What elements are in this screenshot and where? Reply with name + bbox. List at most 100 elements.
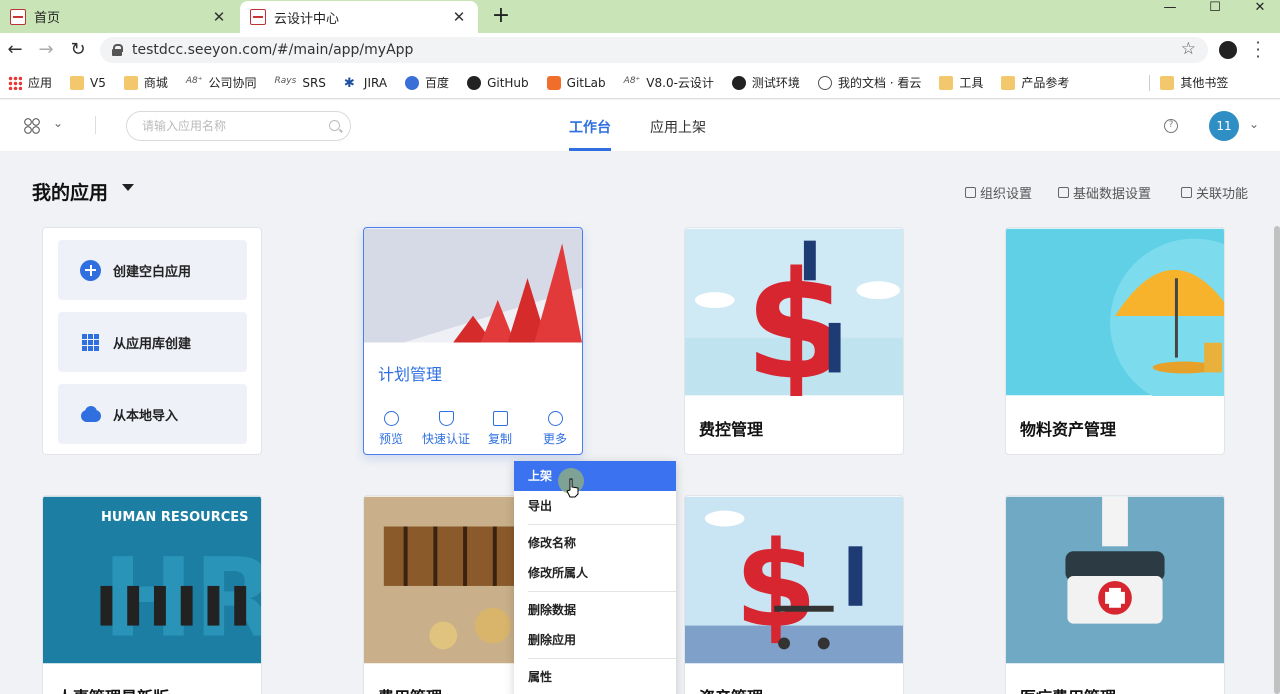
menu-item-rename[interactable]: 修改名称	[514, 528, 676, 558]
header-divider	[95, 116, 96, 134]
seeyon-favicon-icon	[250, 9, 266, 25]
rays-logo-icon: Rays	[274, 75, 297, 86]
bookmark-collab[interactable]: A8⁺ 公司协同	[186, 74, 257, 91]
chevron-down-icon[interactable]: ⌄	[53, 116, 63, 130]
more-context-menu: 上架 导出 修改名称 修改所属人 删除数据 删除应用 属性	[514, 461, 676, 694]
more-action[interactable]: 更多	[533, 411, 577, 447]
help-icon[interactable]: ?	[1164, 119, 1178, 133]
a8-logo-icon: A8⁺	[623, 75, 641, 86]
app-name: 计划管理	[378, 365, 443, 384]
bookmark-test-env[interactable]: 测试环境	[731, 74, 800, 91]
bookmark-apps[interactable]: 应用	[8, 74, 52, 91]
grid-icon	[80, 332, 101, 353]
browser-tab-home[interactable]: 首页 ✕	[0, 0, 238, 33]
app-name: 物料资产管理	[1020, 420, 1117, 439]
folder-icon	[1160, 75, 1175, 90]
minimize-icon[interactable]: —	[1160, 0, 1180, 15]
card-image	[1006, 496, 1224, 664]
app-name: 费控管理	[699, 420, 764, 439]
bookmark-star-icon[interactable]: ☆	[1181, 39, 1196, 59]
search-icon[interactable]	[329, 120, 340, 131]
chevron-down-icon[interactable]: ⌄	[1249, 117, 1259, 131]
menu-item-export[interactable]: 导出	[514, 491, 676, 521]
bookmark-other[interactable]: 其他书签	[1160, 74, 1228, 91]
address-bar-row: ← → ↻ testdcc.seeyon.com/#/main/app/myAp…	[0, 33, 1280, 67]
reload-icon[interactable]: ↻	[67, 39, 89, 60]
bookmark-v5[interactable]: V5	[70, 75, 106, 90]
quick-auth-action[interactable]: 快速认证	[418, 411, 474, 447]
menu-item-delete-app[interactable]: 删除应用	[514, 625, 676, 655]
menu-item-change-owner[interactable]: 修改所属人	[514, 558, 676, 588]
tab-workbench[interactable]: 工作台	[569, 117, 611, 137]
copy-icon	[492, 411, 508, 426]
app-search-input[interactable]	[142, 118, 317, 134]
plus-circle-icon	[80, 259, 101, 281]
bookmark-tools[interactable]: 工具	[939, 74, 983, 91]
back-arrow-icon[interactable]: ←	[4, 39, 26, 60]
bookmark-v8-cloud[interactable]: A8⁺ V8.0-云设计	[624, 74, 714, 91]
create-from-library-button[interactable]: 从应用库创建	[58, 312, 247, 372]
bookmark-separator	[1149, 74, 1151, 91]
tab-app-listing[interactable]: 应用上架	[650, 117, 706, 137]
caret-down-icon[interactable]	[122, 184, 134, 191]
org-settings-link[interactable]: 组织设置	[965, 183, 1032, 202]
import-local-button[interactable]: 从本地导入	[58, 384, 247, 444]
link-icon	[1181, 187, 1192, 198]
globe-icon	[731, 75, 746, 90]
close-icon[interactable]: ✕	[450, 8, 468, 26]
maximize-icon[interactable]: ☐	[1205, 0, 1225, 15]
menu-item-delete-data[interactable]: 删除数据	[514, 595, 676, 625]
folder-icon	[70, 75, 85, 90]
kanyun-icon	[817, 75, 832, 90]
card-image: $	[685, 496, 903, 664]
gitlab-icon	[546, 75, 561, 90]
base-data-settings-link[interactable]: 基础数据设置	[1058, 183, 1151, 202]
bookmark-baidu[interactable]: 百度	[405, 74, 449, 91]
app-card-hr[interactable]: HR HUMAN RESOURCES 人事管理最新版	[42, 495, 262, 694]
forward-arrow-icon[interactable]: →	[35, 39, 57, 60]
active-tab-indicator	[569, 148, 611, 151]
bookmark-gitlab[interactable]: GitLab	[546, 75, 606, 90]
app-name: 费用管理	[378, 684, 442, 694]
app-card-asset[interactable]: $ 资产管理	[684, 495, 904, 694]
preview-action[interactable]: 预览	[369, 411, 413, 447]
avatar[interactable]: 11	[1209, 111, 1239, 141]
new-tab-plus-icon[interactable]: +	[488, 3, 514, 28]
profile-icon[interactable]	[1219, 41, 1237, 59]
bookmark-mall[interactable]: 商城	[123, 74, 168, 91]
card-image-caption: HUMAN RESOURCES	[101, 510, 249, 525]
bookmark-github[interactable]: GitHub	[467, 75, 529, 90]
browser-menu-icon[interactable]: · · ·	[1252, 35, 1264, 65]
card-image	[1006, 228, 1224, 396]
svg-text:$: $	[744, 240, 847, 396]
page-title: 我的应用	[32, 182, 109, 204]
github-icon	[467, 75, 482, 90]
menu-item-publish[interactable]: 上架	[514, 461, 676, 491]
copy-action[interactable]: 复制	[478, 411, 522, 447]
more-dots-icon	[547, 411, 563, 426]
create-blank-app-button[interactable]: 创建空白应用	[58, 240, 247, 300]
app-name: 医疗费用管理	[1020, 684, 1116, 694]
hand-cursor-icon	[566, 478, 579, 498]
app-switcher-grid-icon[interactable]	[24, 118, 40, 134]
bookmark-srs[interactable]: Rays SRS	[275, 76, 326, 90]
bookmarks-bar: 应用 V5 商城 A8⁺ 公司协同 Rays SRS ✱ JIRA 百度 GitHub…	[0, 67, 1280, 99]
bookmark-jira[interactable]: ✱ JIRA	[344, 76, 387, 91]
bookmark-my-docs[interactable]: 我的文档 · 看云	[817, 74, 921, 91]
app-card-expense-control[interactable]: $ 费控管理	[684, 227, 904, 455]
bookmark-product-ref[interactable]: 产品参考	[1001, 74, 1069, 91]
url-text: testdcc.seeyon.com/#/main/app/myApp	[132, 42, 414, 58]
a8-logo-icon: A8⁺	[185, 75, 203, 86]
page-scrollbar[interactable]	[1274, 226, 1280, 694]
menu-item-properties[interactable]: 属性	[514, 662, 676, 692]
create-app-card: 创建空白应用 从应用库创建 从本地导入	[42, 227, 262, 455]
app-card-material-assets[interactable]: 物料资产管理	[1005, 227, 1225, 455]
url-omnibox[interactable]: testdcc.seeyon.com/#/main/app/myApp ☆	[100, 37, 1208, 63]
window-close-icon[interactable]: ✕	[1250, 0, 1270, 15]
browser-tab-design-center[interactable]: 云设计中心 ✕	[240, 1, 478, 33]
folder-icon	[939, 75, 954, 90]
close-icon[interactable]: ✕	[210, 8, 228, 26]
related-functions-link[interactable]: 关联功能	[1181, 183, 1248, 202]
app-card-medical[interactable]: 医疗费用管理	[1005, 495, 1225, 694]
menu-divider	[528, 591, 676, 592]
